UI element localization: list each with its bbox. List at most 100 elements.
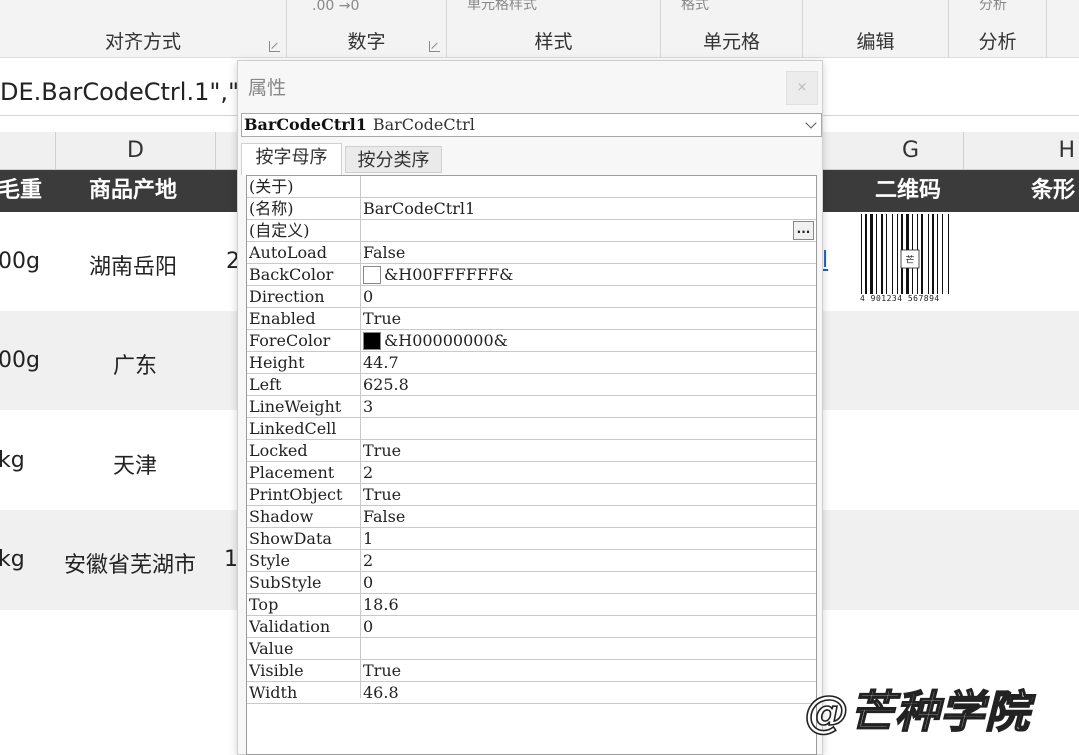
property-row[interactable]: (自定义)...: [247, 220, 816, 242]
column-header-d[interactable]: D: [56, 132, 216, 170]
ribbon-group-styles[interactable]: 单元格样式 样式: [447, 0, 661, 58]
object-selector[interactable]: BarCodeCtrl1 BarCodeCtrl: [241, 113, 822, 137]
cell-origin[interactable]: 安徽省芜湖市: [64, 547, 196, 579]
property-row[interactable]: Height 44.7: [247, 352, 816, 374]
barcode-center-glyph: 芒: [905, 254, 914, 266]
dialog-launcher-icon[interactable]: [429, 41, 440, 52]
property-row[interactable]: Shadow False: [247, 506, 816, 528]
tab-categorized[interactable]: 按分类序: [345, 146, 442, 173]
ribbon-group-editing[interactable]: 编辑: [803, 0, 949, 58]
property-row[interactable]: PrintObject True: [247, 484, 816, 506]
property-value[interactable]: True: [363, 440, 401, 461]
dialog-launcher-icon[interactable]: [269, 41, 280, 52]
cell-weight[interactable]: kg: [0, 547, 25, 572]
property-value-text: 46.8: [363, 683, 399, 702]
property-value-text: 0: [363, 573, 374, 592]
formula-text[interactable]: DE.BarCodeCtrl.1",": [0, 78, 239, 106]
property-name: Top: [249, 595, 279, 614]
barcode-control[interactable]: 芒: [857, 212, 955, 306]
ellipsis-button[interactable]: ...: [793, 221, 814, 240]
ribbon-group-cells[interactable]: 格式 单元格: [661, 0, 803, 58]
property-value[interactable]: True: [363, 660, 401, 681]
property-row[interactable]: Direction 0: [247, 286, 816, 308]
property-value[interactable]: 18.6: [363, 594, 399, 615]
property-row[interactable]: Width 46.8: [247, 682, 816, 704]
cell-weight[interactable]: 00g: [0, 249, 40, 274]
cell-origin[interactable]: 广东: [113, 348, 157, 380]
property-value[interactable]: 625.8: [363, 374, 409, 395]
ribbon-group-alignment[interactable]: 对齐方式: [0, 0, 287, 58]
tab-alphabetic[interactable]: 按字母序: [241, 143, 342, 175]
ribbon: 对齐方式 .00 →0 数字 单元格样式 样式 格式 单元格 编辑 分析 分析: [0, 0, 1079, 58]
format-button[interactable]: 格式: [681, 0, 709, 14]
cell-weight[interactable]: 00g: [0, 348, 40, 373]
property-value[interactable]: False: [363, 242, 405, 263]
object-type: BarCodeCtrl: [372, 115, 475, 134]
property-row[interactable]: ForeColor &H00000000&: [247, 330, 816, 352]
property-row[interactable]: AutoLoad False: [247, 242, 816, 264]
property-value[interactable]: &H00FFFFFF&: [363, 264, 513, 285]
property-row[interactable]: Placement 2: [247, 462, 816, 484]
property-value[interactable]: 0: [363, 616, 373, 637]
property-name: (自定义): [249, 221, 310, 240]
property-row[interactable]: Enabled True: [247, 308, 816, 330]
property-value[interactable]: 0: [363, 286, 373, 307]
property-row[interactable]: LinkedCell: [247, 418, 816, 440]
property-name: (关于): [249, 177, 294, 196]
property-name: LinkedCell: [249, 419, 337, 438]
property-row[interactable]: SubStyle 0: [247, 572, 816, 594]
property-value[interactable]: 1: [363, 528, 373, 549]
analyze-data-button[interactable]: 分析: [979, 0, 1007, 14]
ribbon-group-analysis[interactable]: 分析 分析: [949, 0, 1047, 58]
ribbon-group-label: 数字: [347, 31, 386, 53]
property-value[interactable]: BarCodeCtrl1: [363, 198, 475, 219]
property-value[interactable]: True: [363, 308, 401, 329]
property-row[interactable]: Left 625.8: [247, 374, 816, 396]
property-value[interactable]: 46.8: [363, 682, 399, 703]
property-value[interactable]: 2: [363, 462, 373, 483]
property-row[interactable]: ShowData 1: [247, 528, 816, 550]
property-row[interactable]: Top 18.6: [247, 594, 816, 616]
header-barcode[interactable]: 条形: [1031, 170, 1075, 212]
property-value[interactable]: 2: [363, 550, 373, 571]
property-value[interactable]: &H00000000&: [363, 330, 508, 351]
barcode-digits: 4 901234 567894: [860, 294, 940, 303]
property-row[interactable]: LineWeight 3: [247, 396, 816, 418]
cell-origin[interactable]: 天津: [113, 448, 157, 480]
property-row[interactable]: (关于): [247, 176, 816, 198]
header-weight[interactable]: 毛重: [0, 170, 42, 212]
property-grid: (关于) (名称) BarCodeCtrl1 (自定义)... AutoLoad Fals…: [246, 175, 817, 755]
column-header-h[interactable]: H: [964, 132, 1079, 170]
header-origin[interactable]: 商品产地: [89, 170, 177, 212]
barcode-bar: [892, 214, 893, 294]
ribbon-group-number[interactable]: .00 →0 数字: [287, 0, 447, 58]
cell-origin[interactable]: 湖南岳阳: [89, 249, 177, 281]
property-row[interactable]: Locked True: [247, 440, 816, 462]
property-row[interactable]: BackColor &H00FFFFFF&: [247, 264, 816, 286]
property-row[interactable]: (名称) BarCodeCtrl1: [247, 198, 816, 220]
property-name: ShowData: [249, 529, 332, 548]
property-value[interactable]: 3: [363, 396, 373, 417]
property-row[interactable]: Value: [247, 638, 816, 660]
property-value[interactable]: False: [363, 506, 405, 527]
property-value[interactable]: 0: [363, 572, 373, 593]
property-value-text: 0: [363, 287, 374, 306]
property-value[interactable]: True: [363, 484, 401, 505]
header-qrcode[interactable]: 二维码: [875, 170, 941, 212]
property-row[interactable]: Style 2: [247, 550, 816, 572]
property-row[interactable]: Visible True: [247, 660, 816, 682]
cell-styles-button[interactable]: 单元格样式: [467, 0, 537, 14]
cell-weight[interactable]: kg: [0, 448, 25, 473]
watermark: @芒种学院: [804, 686, 1030, 739]
property-value[interactable]: 44.7: [363, 352, 399, 373]
property-row[interactable]: Validation 0: [247, 616, 816, 638]
property-value-text: 3: [363, 397, 374, 416]
barcode-bar: [921, 214, 923, 294]
column-header-g[interactable]: G: [858, 132, 964, 170]
chevron-down-icon[interactable]: [805, 117, 817, 129]
column-header-c[interactable]: [0, 132, 56, 170]
ribbon-group-label: 样式: [534, 31, 573, 53]
decimal-format-icon[interactable]: .00 →0: [312, 0, 359, 14]
barcode-bar: [865, 214, 867, 294]
close-button[interactable]: ×: [786, 71, 818, 105]
